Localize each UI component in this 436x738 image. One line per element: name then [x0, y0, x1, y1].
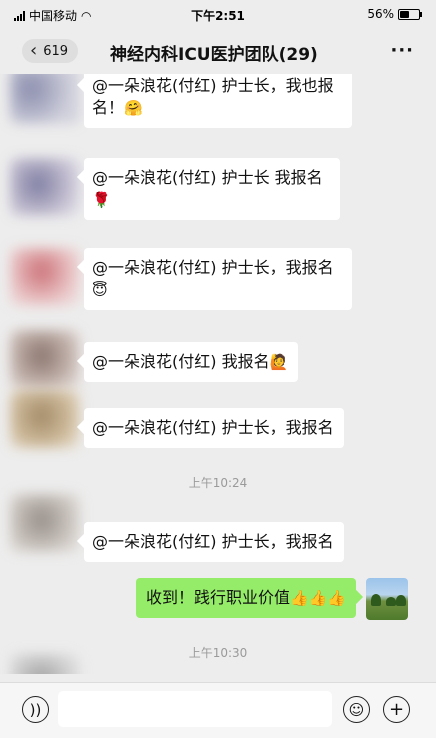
emoji: 👍👍👍 [289, 589, 346, 607]
avatar[interactable] [10, 74, 80, 124]
battery-icon [398, 8, 422, 20]
voice-button[interactable]: )) [22, 696, 49, 723]
avatar-self[interactable] [366, 578, 408, 620]
message-bubble[interactable]: @一朵浪花(付红) 护士长，我报名 [84, 408, 344, 448]
message-bubble-outgoing[interactable]: 收到！践行职业价值👍👍👍 [135, 578, 356, 618]
emoji: 🌹 [92, 191, 111, 209]
message-bubble[interactable]: @一朵浪花(付红) 我报名🙋 [84, 342, 299, 382]
more-options-button[interactable]: ··· [390, 40, 414, 61]
plus-button[interactable]: + [383, 696, 410, 723]
unread-count: 619 [43, 43, 69, 59]
message-bubble[interactable]: @一朵浪花(付红) 护士长 我报名 🌹 [84, 158, 340, 220]
emoji: 🙋 [269, 353, 289, 371]
avatar[interactable] [10, 654, 80, 674]
battery-fill [400, 10, 409, 18]
chevron-left-icon: ‹ [30, 40, 38, 61]
emoji: 😇 [92, 281, 108, 299]
avatar[interactable] [10, 390, 80, 448]
status-bar: 中国移动 ◠ 下午2:51 56% [0, 0, 436, 26]
avatar[interactable] [10, 330, 80, 388]
battery-percent: 56% [367, 7, 394, 21]
message-text-line2: 名！ [92, 98, 125, 117]
message-text: @一朵浪花(付红) 护士长，我也报 [92, 76, 334, 95]
time-separator: 上午10:24 [188, 476, 248, 490]
message-text: 收到！践行职业价值 [145, 588, 290, 607]
message-text: @一朵浪花(付红) 护士长，我报名 [92, 532, 334, 551]
status-right: 56% [367, 7, 422, 21]
message-bubble[interactable]: @一朵浪花(付红) 护士长，我报名 😇 [84, 248, 352, 310]
input-bar: )) ☺ + [0, 682, 436, 738]
message-input[interactable] [58, 691, 332, 727]
message-text: @一朵浪花(付红) 护士长 我报名 [92, 168, 323, 187]
emoji: 🤗 [124, 99, 143, 117]
chat-title: 神经内科ICU医护团队(29) [110, 45, 318, 65]
plus-icon: + [388, 699, 405, 720]
message-text: @一朵浪花(付红) 我报名 [92, 352, 270, 371]
message-bubble[interactable]: @一朵浪花(付红) 护士长，我也报 名！🤗 [84, 74, 352, 128]
back-button[interactable]: ‹ 619 [22, 39, 79, 63]
nav-bar: ‹ 619 神经内科ICU医护团队(29) ··· [0, 26, 436, 74]
message-text: @一朵浪花(付红) 护士长，我报名 [92, 418, 334, 437]
message-list[interactable]: @一朵浪花(付红) 护士长，我也报 名！🤗 @一朵浪花(付红) 护士长 我报名 … [0, 74, 436, 674]
emoji-icon: ☺ [348, 700, 365, 719]
avatar[interactable] [10, 248, 80, 306]
avatar[interactable] [10, 158, 80, 216]
message-text: @一朵浪花(付红) 护士长，我报名 [92, 258, 334, 277]
voice-icon: )) [29, 700, 42, 719]
message-bubble[interactable]: @一朵浪花(付红) 护士长，我报名 [84, 522, 344, 562]
emoji-button[interactable]: ☺ [343, 696, 370, 723]
avatar[interactable] [10, 494, 80, 552]
